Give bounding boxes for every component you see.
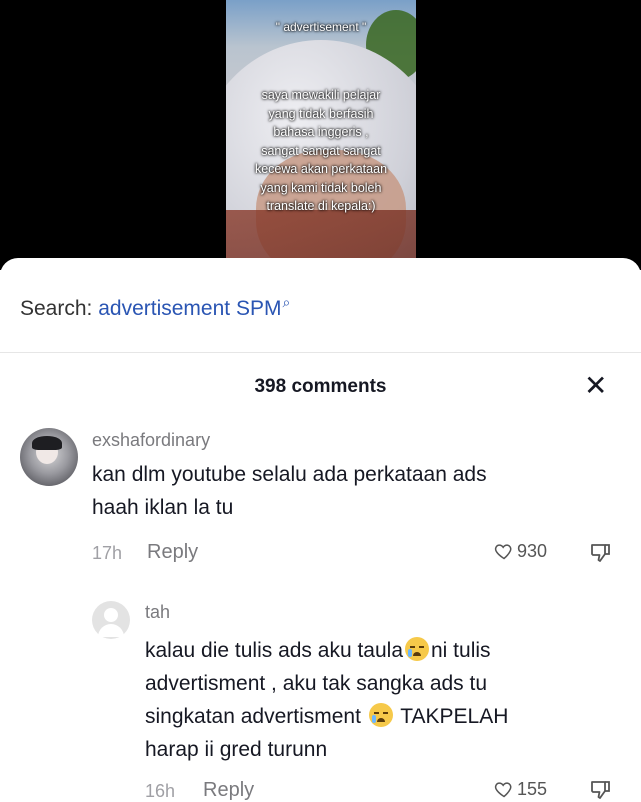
comment-text-line: haah iklan la tu [92,496,234,519]
heart-icon [494,782,512,798]
caption-line: kecewa akan perkataan [254,162,388,176]
comment-time: 17h [92,543,123,563]
comment-text-line: kan dlm youtube selalu ada perkataan ads [92,463,487,486]
video-frame: " advertisement " saya mewakili pelajar … [226,0,416,262]
comment-text-line: singkatan advertisment TAKPELAH [145,700,508,733]
like-button[interactable]: 155 [494,779,547,800]
search-prefix: Search: [20,297,93,320]
search-term-link[interactable]: advertisement SPM [98,297,281,320]
video-caption-body: saya mewakili pelajar yang tidak berfasi… [226,86,416,216]
search-suggestion[interactable]: Search: advertisement SPM⌕ [20,294,290,321]
avatar-hair [32,436,62,450]
close-icon[interactable]: ✕ [584,372,607,400]
heart-icon [494,544,512,560]
comment-text-line: harap ii gred turunn [145,738,328,761]
comments-count: 398 comments [254,376,387,397]
like-count: 930 [517,541,548,561]
dislike-icon[interactable] [589,541,613,565]
caption-line: sangat sangat sangat [261,143,381,158]
crying-face-icon [405,637,429,661]
avatar-body [98,624,124,637]
comment-text-part: kalau die tulis ads aku taula [145,639,403,662]
comment-text-part: singkatan advertisment [145,705,361,728]
comment-text-line: advertisment , aku tak sangka ads tu [145,672,488,695]
search-icon[interactable]: ⌕ [282,294,290,310]
caption-line: translate di kepala:) [266,199,376,213]
comment-username[interactable]: tah [145,602,170,623]
reply-button[interactable]: Reply [147,541,198,564]
comment-text-line: kalau die tulis ads aku taula ni tulis [145,634,508,667]
caption-line: yang tidak berfasih [268,106,374,121]
caption-line: bahasa inggeris , [273,125,369,139]
avatar-head [104,608,118,622]
avatar[interactable] [92,601,130,639]
avatar[interactable] [20,428,78,486]
comment-username[interactable]: exshafordinary [92,430,210,451]
like-button[interactable]: 930 [494,541,547,562]
comment-text-part: ni tulis [431,639,491,662]
dislike-icon[interactable] [589,778,613,802]
caption-line: yang kami tidak boleh [260,180,382,195]
video-caption-title: " advertisement " [275,20,367,34]
comment-text: kan dlm youtube selalu ada perkataan ads… [92,458,487,524]
like-count: 155 [517,779,548,799]
divider [0,352,641,353]
reply-button[interactable]: Reply [203,779,254,802]
caption-line: saya mewakili pelajar [261,88,381,102]
comment-text: kalau die tulis ads aku taula ni tulis ad… [145,634,508,766]
comment-text-part: TAKPELAH [400,705,509,728]
comment-time: 16h [145,781,176,801]
video-player[interactable]: " advertisement " saya mewakili pelajar … [0,0,641,270]
roof-image [226,210,416,262]
crying-face-icon [368,703,393,727]
